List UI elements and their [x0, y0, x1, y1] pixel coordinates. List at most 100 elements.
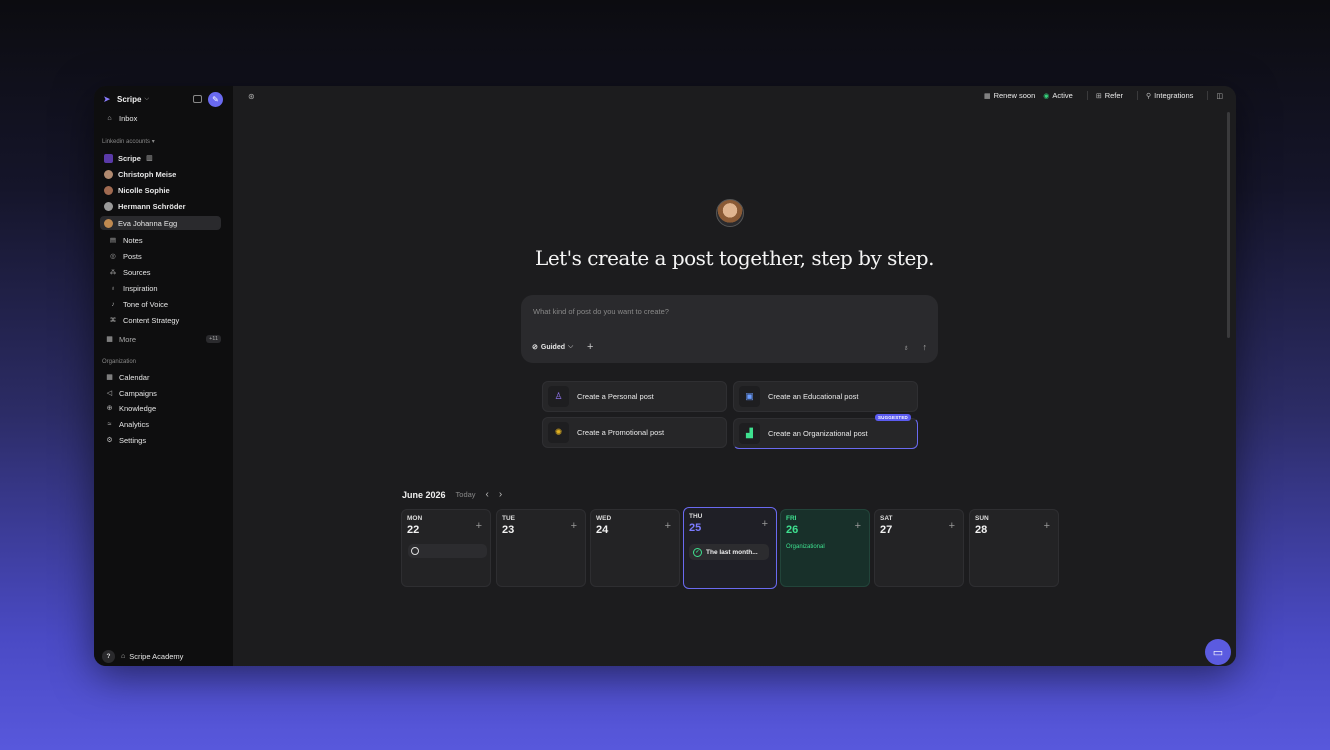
- today-button[interactable]: Today: [456, 490, 476, 499]
- sidebar-item-label: Content Strategy: [123, 315, 180, 325]
- chevron-left-icon[interactable]: ‹: [486, 489, 489, 500]
- account-label: Christoph Meise: [118, 169, 177, 179]
- scrollbar[interactable]: [1227, 112, 1230, 338]
- sidebar-item-knowledge[interactable]: ⊕ Knowledge: [100, 401, 221, 415]
- account-item-christoph[interactable]: Christoph Meise: [100, 167, 221, 181]
- day-tag: Organizational: [786, 544, 825, 550]
- sidebar-item-notes[interactable]: ▤ Notes: [108, 233, 221, 247]
- microphone-icon[interactable]: ♁: [903, 343, 909, 352]
- divider: [1207, 91, 1209, 100]
- gift-icon: ⊞: [1095, 92, 1102, 100]
- calendar-icon: ▦: [106, 374, 113, 381]
- sidebar-item-label: Notes: [123, 235, 143, 245]
- add-post-button[interactable]: +: [855, 520, 861, 532]
- integrations-button[interactable]: ⚲ Integrations: [1146, 91, 1193, 100]
- chevron-right-icon[interactable]: ›: [499, 489, 502, 500]
- scheduled-post[interactable]: ✓ The last month...: [689, 544, 769, 560]
- add-post-button[interactable]: +: [571, 520, 577, 532]
- create-educational-post-card[interactable]: ▣ Create an Educational post: [733, 381, 918, 412]
- refer-label: Refer: [1104, 91, 1124, 100]
- calendar-day-sun[interactable]: SUN 28 +: [969, 509, 1059, 587]
- sidebar-item-inspiration[interactable]: ♁ Inspiration: [108, 281, 221, 295]
- calendar-day-mon[interactable]: MON 22 +: [401, 509, 491, 587]
- send-button[interactable]: ↑: [923, 342, 928, 352]
- sidebar-item-label: Settings: [119, 435, 147, 445]
- sidebar-item-label: Posts: [123, 251, 142, 261]
- avatar: [104, 185, 113, 195]
- panel-right-icon: ◫: [1216, 92, 1223, 100]
- day-name: SAT: [880, 515, 893, 522]
- sidebar-item-campaigns[interactable]: ◁ Campaigns: [100, 386, 221, 400]
- sidebar-toggle-icon[interactable]: [193, 95, 202, 103]
- account-label: Hermann Schröder: [118, 201, 186, 211]
- calendar-day-wed[interactable]: WED 24 +: [590, 509, 680, 587]
- organization-header: Organization: [102, 359, 137, 365]
- sidebar-item-calendar[interactable]: ▦ Calendar: [100, 370, 221, 384]
- building-icon: ▥: [146, 155, 153, 162]
- app-window: ➤ Scripe ⌵ ✎ ⌂ Inbox Linkedin accounts ▾…: [94, 86, 1236, 666]
- sidebar-item-sources[interactable]: ⁂ Sources: [108, 265, 221, 279]
- sidebar-item-content-strategy[interactable]: ⌘ Content Strategy: [108, 313, 221, 327]
- day-number: 25: [689, 522, 702, 534]
- sidebar-item-label: Analytics: [119, 419, 150, 429]
- calendar-day-thu[interactable]: THU 25 + ✓ The last month...: [683, 507, 777, 589]
- more-count-badge: +11: [206, 335, 221, 343]
- add-post-button[interactable]: +: [476, 520, 482, 532]
- refer-button[interactable]: ⊞ Refer: [1096, 91, 1123, 100]
- sidebar-item-tone-of-voice[interactable]: ♪ Tone of Voice: [108, 297, 221, 311]
- plug-icon: ⚲: [1146, 92, 1152, 100]
- help-button[interactable]: ?: [102, 649, 115, 663]
- badge-icon: ✺: [548, 422, 569, 443]
- create-personal-post-card[interactable]: ♙ Create a Personal post: [542, 381, 727, 412]
- card-label: Create a Promotional post: [577, 428, 665, 437]
- avatar: [104, 218, 113, 228]
- sidebar-item-more[interactable]: ▦ More +11: [100, 332, 221, 346]
- active-label: Active: [1052, 91, 1073, 100]
- add-attachment-button[interactable]: +: [587, 341, 593, 353]
- top-bar-actions: ▦ Renew soon ◉ Active ⊞ Refer ⚲ Integrat…: [984, 91, 1223, 100]
- renew-soon-button[interactable]: ▦ Renew soon: [984, 91, 1035, 100]
- add-post-button[interactable]: +: [665, 520, 671, 532]
- mode-selector[interactable]: ⊘ Guided ⌵: [532, 343, 573, 351]
- sidebar-item-analytics[interactable]: ≈ Analytics: [100, 417, 221, 431]
- sources-icon: ⁂: [109, 269, 117, 276]
- draft-slot[interactable]: [408, 544, 487, 558]
- account-item-scripe[interactable]: Scripe ▥: [100, 151, 221, 165]
- new-post-button[interactable]: ✎: [208, 91, 223, 107]
- sidebar-item-label: Campaigns: [119, 388, 157, 398]
- account-item-nicolle[interactable]: Nicolle Sophie: [100, 183, 221, 197]
- chat-support-button[interactable]: ▭: [1205, 639, 1231, 665]
- sidebar-item-posts[interactable]: ◎ Posts: [108, 249, 221, 263]
- sidebar-item-settings[interactable]: ⚙ Settings: [100, 433, 221, 447]
- add-post-button[interactable]: +: [762, 518, 768, 530]
- whatsapp-icon: ◉: [1043, 92, 1050, 100]
- renew-label: Renew soon: [993, 91, 1036, 100]
- composer-input[interactable]: What kind of post do you want to create?: [533, 307, 669, 316]
- sidebar-item-inbox[interactable]: ⌂ Inbox: [100, 111, 221, 125]
- add-post-button[interactable]: +: [1044, 520, 1050, 532]
- account-item-eva[interactable]: Eva Johanna Egg: [100, 216, 221, 230]
- calendar-day-sat[interactable]: SAT 27 +: [874, 509, 964, 587]
- linkedin-accounts-header[interactable]: Linkedin accounts ▾: [102, 138, 155, 145]
- avatar: [104, 169, 113, 179]
- chevron-down-icon: ⌵: [568, 343, 574, 350]
- add-post-button[interactable]: +: [949, 520, 955, 532]
- sidebar-item-label: Tone of Voice: [123, 299, 169, 309]
- calendar-icon: ▦: [983, 92, 991, 100]
- right-panel-toggle[interactable]: ◫: [1216, 92, 1223, 100]
- workspace-switcher[interactable]: ➤ Scripe ⌵ ✎: [103, 91, 223, 107]
- pen-icon: ✎: [212, 94, 219, 104]
- account-item-hermann[interactable]: Hermann Schröder: [100, 199, 221, 213]
- calendar-day-fri[interactable]: FRI 26 + Organizational: [780, 509, 870, 587]
- day-number: 27: [880, 524, 893, 536]
- scripe-academy-link[interactable]: Scripe Academy: [129, 652, 183, 661]
- day-name: THU: [689, 513, 703, 520]
- create-organizational-post-card[interactable]: ▟ Create an Organizational post SUGGESTE…: [733, 414, 918, 449]
- whatsapp-status-button[interactable]: ◉ Active: [1043, 91, 1073, 100]
- chevron-down-icon: ⌵: [144, 95, 150, 102]
- compass-icon: ⊘: [532, 344, 538, 351]
- calendar-day-tue[interactable]: TUE 23 +: [496, 509, 586, 587]
- create-promotional-post-card[interactable]: ✺ Create a Promotional post: [542, 417, 727, 448]
- graduation-cap-icon: ⌂: [121, 652, 126, 660]
- language-globe-icon[interactable]: ⊛: [248, 92, 255, 101]
